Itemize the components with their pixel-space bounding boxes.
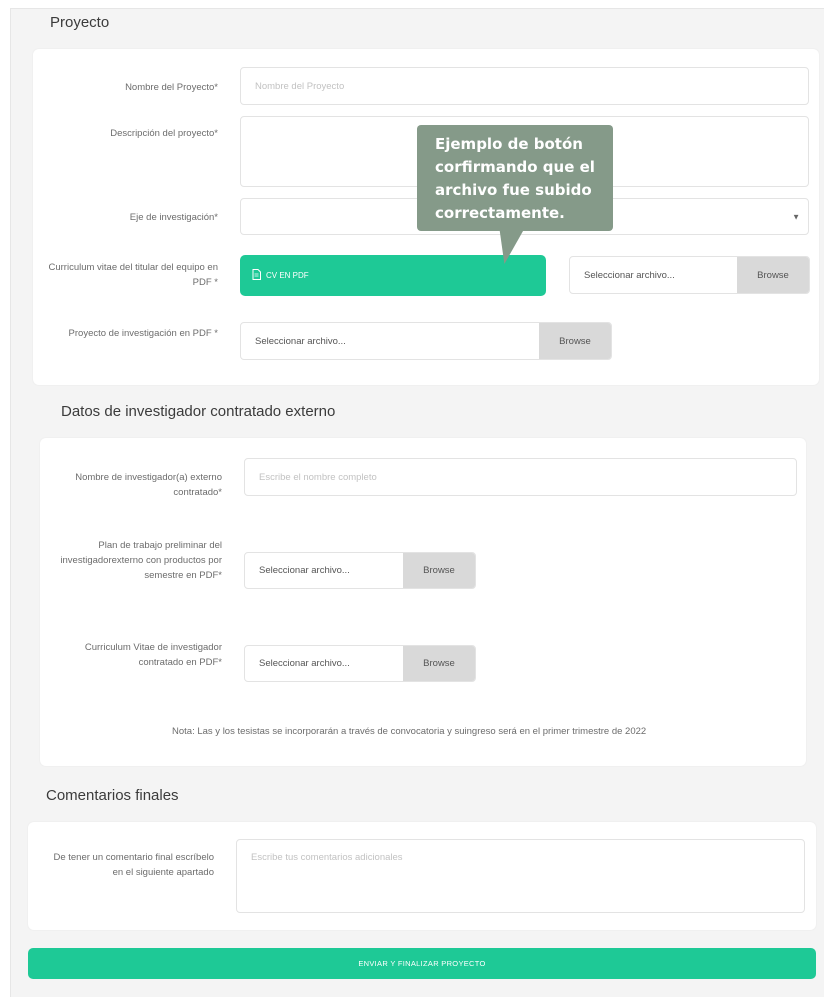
file-name-cv-titular: Seleccionar archivo... xyxy=(584,269,675,281)
placeholder-nombre-investigador: Escribe el nombre completo xyxy=(259,471,377,483)
browse-button-cv-investigador[interactable]: Browse xyxy=(403,646,475,681)
file-input-proyecto-pdf[interactable]: Seleccionar archivo... Browse xyxy=(240,322,612,360)
label-cv-titular: Curriculum vitae del titular del equipo … xyxy=(48,262,218,288)
browse-button-cv-titular[interactable]: Browse xyxy=(737,257,809,293)
file-name-plan-trabajo: Seleccionar archivo... xyxy=(259,565,350,576)
input-nombre-proyecto[interactable]: Nombre del Proyecto xyxy=(240,67,809,105)
placeholder-comentarios: Escribe tus comentarios adicionales xyxy=(251,852,403,863)
label-nombre-investigador: Nombre de investigador(a) externo contra… xyxy=(75,472,222,498)
label-plan-trabajo: Plan de trabajo preliminar del investiga… xyxy=(60,540,222,581)
tooltip-callout: Ejemplo de botón corfirmando que el arch… xyxy=(417,125,613,231)
section-title-proyecto: Proyecto xyxy=(50,14,110,31)
browse-button-proyecto-pdf[interactable]: Browse xyxy=(539,323,611,359)
label-comentarios: De tener un comentario final escríbelo e… xyxy=(53,852,214,878)
file-input-plan-trabajo[interactable]: Seleccionar archivo... Browse xyxy=(244,552,476,589)
file-input-cv-titular[interactable]: Seleccionar archivo... Browse xyxy=(569,256,810,294)
file-name-proyecto-pdf: Seleccionar archivo... xyxy=(255,335,346,347)
label-proyecto-pdf: Proyecto de investigación en PDF * xyxy=(68,328,218,339)
placeholder-nombre-proyecto: Nombre del Proyecto xyxy=(255,80,345,92)
chevron-down-icon: ▼ xyxy=(792,212,800,221)
note-tesistas: Nota: Las y los tesistas se incorporarán… xyxy=(172,726,647,737)
file-pdf-icon xyxy=(252,269,261,282)
file-input-cv-investigador[interactable]: Seleccionar archivo... Browse xyxy=(244,645,476,682)
uploaded-cv-label: CV EN PDF xyxy=(266,271,309,280)
section-title-comentarios: Comentarios finales xyxy=(46,787,179,804)
label-descripcion: Descripción del proyecto* xyxy=(110,128,218,139)
label-cv-investigador: Curriculum Vitae de investigador contrat… xyxy=(84,642,222,668)
submit-button[interactable]: ENVIAR Y FINALIZAR PROYECTO xyxy=(28,948,816,979)
file-name-cv-investigador: Seleccionar archivo... xyxy=(259,658,350,669)
label-nombre-proyecto: Nombre del Proyecto* xyxy=(125,82,218,93)
label-eje: Eje de investigación* xyxy=(129,212,218,223)
input-nombre-investigador[interactable]: Escribe el nombre completo xyxy=(244,458,797,496)
textarea-comentarios[interactable]: Escribe tus comentarios adicionales xyxy=(236,839,805,913)
section-title-investigador: Datos de investigador contratado externo xyxy=(61,403,336,420)
browse-button-plan-trabajo[interactable]: Browse xyxy=(403,553,475,588)
